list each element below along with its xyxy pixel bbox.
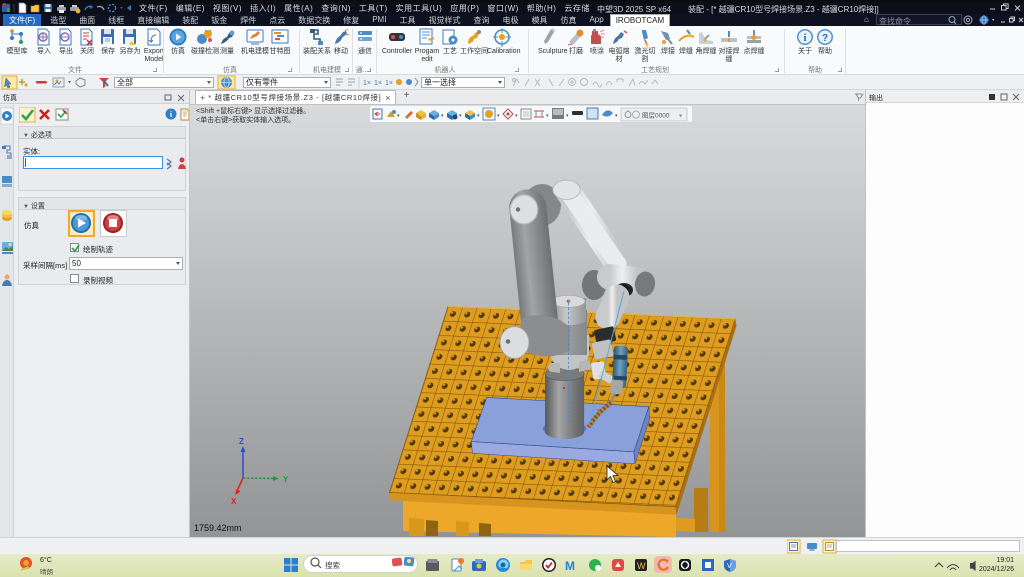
svg-text:▾: ▾ — [566, 113, 569, 119]
svg-text:▾: ▾ — [515, 113, 518, 119]
svg-text:M: M — [565, 559, 575, 573]
svg-text:?: ? — [821, 33, 827, 44]
svg-text:▾: ▾ — [477, 113, 480, 119]
svg-text:Y: Y — [283, 475, 289, 484]
svg-text:▾: ▾ — [397, 113, 400, 119]
svg-text:i: i — [803, 32, 806, 44]
svg-text:▾: ▾ — [679, 114, 682, 120]
svg-text:1×: 1× — [363, 80, 371, 87]
svg-text:▾: ▾ — [497, 113, 500, 119]
svg-text:▾: ▾ — [546, 113, 549, 119]
svg-text:1×: 1× — [385, 80, 393, 87]
svg-text:Z: Z — [239, 437, 244, 446]
svg-text:W: W — [637, 561, 646, 571]
svg-text:▾: ▾ — [441, 113, 444, 119]
svg-text:1×: 1× — [374, 80, 382, 87]
svg-text:X: X — [231, 497, 237, 506]
svg-text:▾: ▾ — [459, 113, 462, 119]
svg-text:▾: ▾ — [615, 113, 618, 119]
svg-text:V: V — [727, 563, 732, 570]
svg-text:图层0000: 图层0000 — [642, 112, 670, 120]
